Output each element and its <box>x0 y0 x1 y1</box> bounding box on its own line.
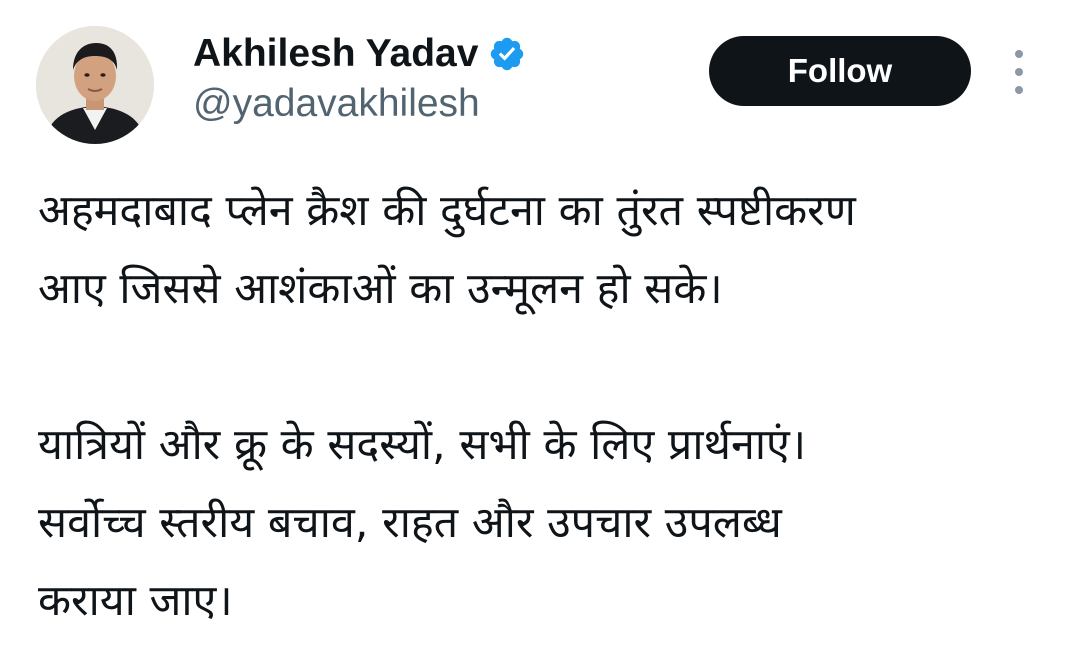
tweet-paragraph: यात्रियों और क्रू के सदस्यों, सभी के लिए… <box>38 406 1048 640</box>
more-dot <box>1015 50 1023 58</box>
verified-badge-icon <box>488 35 526 73</box>
tweet-line: अहमदाबाद प्लेन क्रैश की दुर्घटना का तुंर… <box>38 186 856 236</box>
more-vertical-icon[interactable] <box>1004 50 1034 94</box>
author-name-row: Akhilesh Yadav <box>193 28 526 80</box>
avatar-photo <box>36 26 154 144</box>
tweet-line: यात्रियों और क्रू के सदस्यों, सभी के लिए… <box>38 420 807 470</box>
more-dot <box>1015 68 1023 76</box>
author-display-name[interactable]: Akhilesh Yadav <box>193 32 478 76</box>
tweet-text: अहमदाबाद प्लेन क्रैश की दुर्घटना का तुंर… <box>38 172 1048 640</box>
author-avatar[interactable] <box>36 26 154 144</box>
tweet-line: आए जिससे आशंकाओं का उन्मूलन हो सके। <box>38 264 723 314</box>
tweet-line: कराया जाए। <box>38 576 233 626</box>
follow-button[interactable]: Follow <box>709 36 971 106</box>
tweet-header: Akhilesh Yadav @yadavakhilesh Follow <box>0 0 1080 160</box>
more-dot <box>1015 86 1023 94</box>
tweet-paragraph: अहमदाबाद प्लेन क्रैश की दुर्घटना का तुंर… <box>38 172 1048 328</box>
author-handle[interactable]: @yadavakhilesh <box>193 82 480 126</box>
tweet-line: सर्वोच्च स्तरीय बचाव, राहत और उपचार उपलब… <box>38 498 782 548</box>
